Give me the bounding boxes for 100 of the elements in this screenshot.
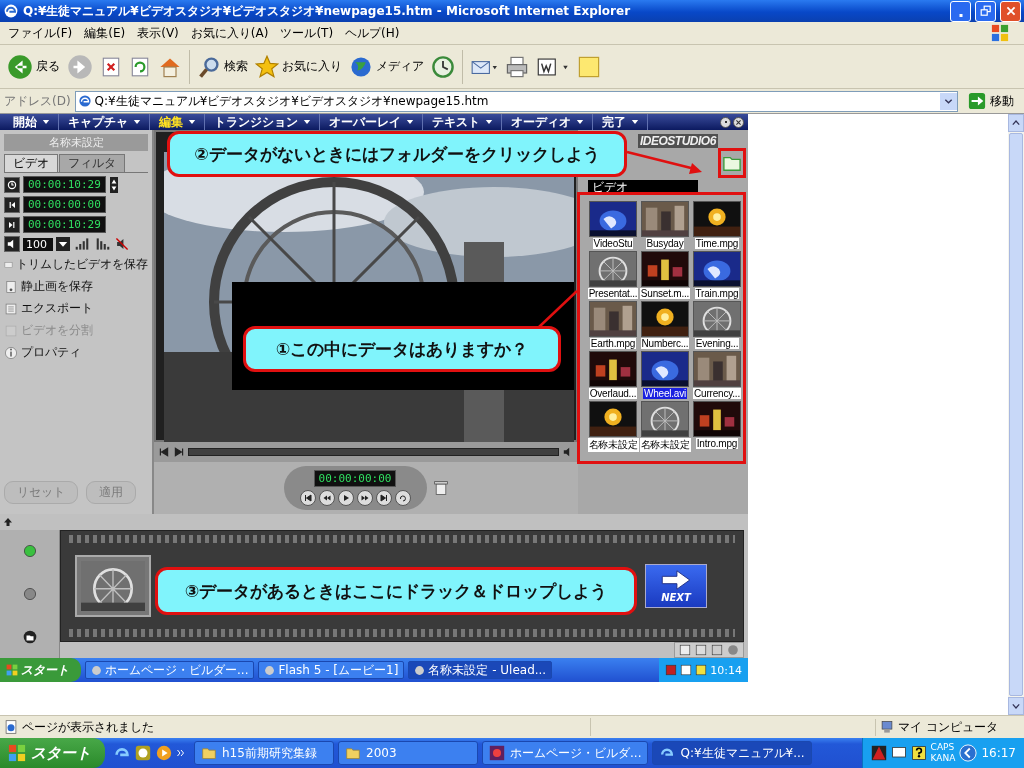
back-button[interactable]: 戻る bbox=[4, 51, 63, 82]
trash-icon bbox=[432, 479, 449, 497]
next-button[interactable]: NEXT bbox=[645, 564, 707, 608]
previous-icon-button[interactable] bbox=[299, 490, 316, 506]
printer-icon bbox=[505, 54, 529, 79]
start-button[interactable]: スタート bbox=[0, 658, 81, 682]
search-icon bbox=[197, 54, 221, 79]
clock: 16:17 bbox=[981, 746, 1016, 760]
back-icon bbox=[7, 53, 33, 80]
clip-thumbnail[interactable]: Sunset.m... bbox=[640, 251, 690, 299]
back-icon bbox=[959, 744, 978, 762]
close-button[interactable] bbox=[733, 116, 744, 128]
next-icon-button[interactable] bbox=[375, 490, 392, 506]
taskbar-button[interactable]: 2003 bbox=[338, 741, 478, 765]
clip-thumbnail[interactable]: Train.mpg bbox=[692, 251, 742, 299]
mute-icon bbox=[115, 237, 129, 251]
fade-in-icon bbox=[73, 237, 91, 251]
chat-icon bbox=[680, 664, 693, 676]
up-icon bbox=[1012, 119, 1020, 127]
indicator-text: CAPS bbox=[930, 742, 956, 753]
caret-icon bbox=[576, 119, 584, 125]
timecode-display[interactable]: 00:00:10:29 bbox=[23, 176, 106, 193]
storyboard-clip[interactable] bbox=[75, 555, 151, 617]
dropdown-button[interactable] bbox=[940, 92, 957, 110]
clip-thumbnail[interactable]: Presentat... bbox=[588, 251, 638, 299]
spin-icon bbox=[108, 176, 119, 193]
status-text: ページが表示されました bbox=[22, 718, 155, 736]
action-item[interactable]: トリムしたビデオを保存 bbox=[4, 255, 148, 274]
action-item[interactable]: エクスポート bbox=[4, 299, 148, 318]
down-icon bbox=[1012, 702, 1020, 710]
clip-thumbnail[interactable]: Overlaud... bbox=[588, 351, 638, 399]
folder-button[interactable] bbox=[717, 148, 746, 178]
window-title: Q:¥生徒マニュアル¥ビデオスタジオ¥ビデオスタジオ¥newpage15.htm - Microsoft Internet Explorer bbox=[23, 2, 632, 20]
scrollbar[interactable] bbox=[1008, 114, 1024, 715]
indicator-text: KANA bbox=[930, 753, 956, 764]
panel-tab[interactable]: ビデオ bbox=[4, 154, 58, 172]
timecode-display[interactable]: 00:00:00:00 bbox=[23, 196, 106, 213]
clip-thumbnail[interactable]: Numberc... bbox=[640, 301, 690, 349]
start-button[interactable]: スタート bbox=[0, 738, 105, 768]
forward-icon-button[interactable] bbox=[356, 490, 373, 506]
menu-item[interactable]: ヘルプ(H) bbox=[339, 22, 406, 44]
clip-thumbnail[interactable]: Intro.mpg bbox=[692, 401, 742, 452]
taskbar-button[interactable]: h15前期研究集録 bbox=[194, 741, 334, 765]
taskbar-button[interactable]: Q:¥生徒マニュアル¥... bbox=[652, 741, 812, 765]
caret-icon bbox=[631, 119, 639, 125]
menu-item[interactable]: ファイル(F) bbox=[2, 22, 79, 44]
storyboard-mode-icon bbox=[22, 544, 37, 559]
chevron-icon bbox=[176, 748, 186, 758]
up-arrow-icon bbox=[3, 517, 13, 527]
note-icon bbox=[577, 54, 601, 79]
clip-thumbnail[interactable]: Currency... bbox=[692, 351, 742, 399]
clip-thumbnail[interactable]: Time.mpg bbox=[692, 201, 742, 249]
taskbar-button[interactable]: Flash 5 - [ムービー1] bbox=[258, 661, 405, 679]
windows-logo-icon bbox=[8, 744, 26, 762]
menu-item[interactable]: 編集(E) bbox=[78, 22, 132, 44]
clip-thumbnail[interactable]: Busyday bbox=[640, 201, 690, 249]
volume-field[interactable]: 100 bbox=[23, 237, 53, 251]
clip-thumbnail[interactable]: 名称未設定 bbox=[640, 401, 690, 452]
timecode-display: 00:00:00:00 bbox=[313, 470, 397, 487]
dropdown-icon bbox=[56, 237, 70, 251]
callout: ①この中にデータはありますか？ bbox=[243, 326, 561, 372]
address-box[interactable]: Q:¥生徒マニュアル¥ビデオスタジオ¥ビデオスタジオ¥newpage15.htm bbox=[74, 90, 958, 112]
loop-icon-button[interactable] bbox=[394, 490, 411, 506]
clip-thumbnail[interactable]: 名称未設定 bbox=[588, 401, 638, 452]
callout: ③データがあるときはここにドラック＆ドロップしよう bbox=[155, 567, 637, 615]
restore-button[interactable] bbox=[975, 0, 996, 22]
start-icon bbox=[158, 446, 170, 458]
menu-item[interactable]: ツール(T) bbox=[274, 22, 340, 44]
go-button[interactable]: 移動 bbox=[962, 91, 1020, 111]
menu-item[interactable]: お気に入り(A) bbox=[184, 22, 275, 44]
action-item[interactable]: 静止画を保存 bbox=[4, 277, 148, 296]
windows-logo-icon bbox=[6, 664, 18, 676]
save-icon bbox=[4, 279, 18, 294]
taskbar-button[interactable]: ホームページ・ビルダ... bbox=[482, 741, 649, 765]
clip-thumbnail[interactable]: Evening... bbox=[692, 301, 742, 349]
panel-tab[interactable]: フィルタ bbox=[59, 154, 125, 172]
clip-thumbnail[interactable]: Wheel.avi bbox=[640, 351, 690, 399]
folder-icon bbox=[345, 746, 361, 760]
taskbar-button[interactable]: ホームページ・ビルダー... bbox=[85, 661, 255, 679]
caret-icon bbox=[303, 119, 311, 125]
project-title: 名称未設定 bbox=[4, 134, 148, 151]
play-icon-button[interactable] bbox=[337, 490, 354, 506]
search-button[interactable]: 検索 bbox=[194, 52, 251, 81]
callout: ②データがないときにはフォルダーをクリックしよう bbox=[167, 131, 627, 177]
favorites-button[interactable]: お気に入り bbox=[252, 52, 345, 81]
logo-text: IDEOSTUDIO6 bbox=[638, 134, 718, 148]
rewind-icon-button[interactable] bbox=[318, 490, 335, 506]
caret-icon bbox=[485, 119, 493, 125]
minimize-button[interactable] bbox=[720, 116, 731, 128]
clip-thumbnail[interactable]: VideoStu bbox=[588, 201, 638, 249]
globe-icon bbox=[349, 54, 373, 79]
scrub-track[interactable] bbox=[188, 448, 559, 456]
media-button[interactable]: メディア bbox=[346, 52, 427, 81]
folder-icon bbox=[21, 629, 38, 644]
taskbar-button[interactable]: 名称未設定 - Ulead... bbox=[408, 661, 553, 679]
action-item[interactable]: プロパティ bbox=[4, 343, 148, 362]
clip-thumbnail[interactable]: Earth.mpg bbox=[588, 301, 638, 349]
menu-item[interactable]: 表示(V) bbox=[131, 22, 185, 44]
address-input[interactable]: Q:¥生徒マニュアル¥ビデオスタジオ¥ビデオスタジオ¥newpage15.htm bbox=[94, 94, 937, 108]
timecode-display[interactable]: 00:00:10:29 bbox=[23, 216, 106, 233]
